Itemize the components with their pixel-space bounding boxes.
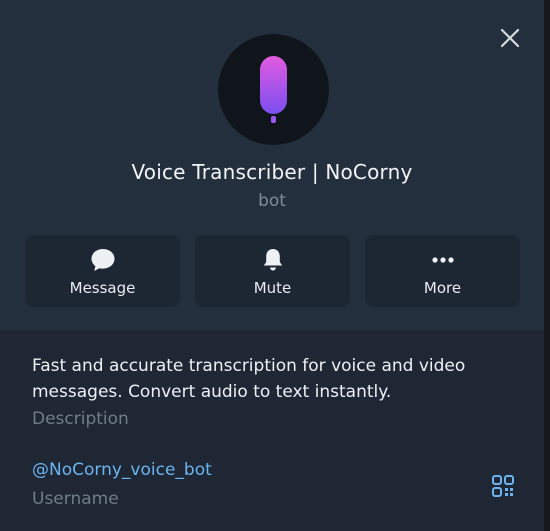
mute-button[interactable]: Mute	[195, 235, 350, 307]
username-link[interactable]: @NoCorny_voice_bot	[32, 460, 212, 480]
close-icon	[500, 28, 520, 48]
close-button[interactable]	[498, 26, 522, 50]
message-bubble-icon	[91, 249, 114, 271]
qr-code-icon	[492, 475, 514, 497]
window-edge	[544, 0, 550, 531]
bot-profile-dialog: Voice Transcriber | NoCorny bot Message …	[0, 0, 544, 531]
microphone-icon	[260, 56, 287, 123]
mute-label: Mute	[253, 279, 292, 297]
profile-header: Voice Transcriber | NoCorny bot Message …	[0, 0, 544, 330]
description-text: Fast and accurate transcription for voic…	[32, 356, 466, 402]
avatar	[218, 34, 329, 145]
more-label: More	[423, 279, 462, 297]
description-label: Description	[32, 409, 129, 429]
more-button[interactable]: More	[365, 235, 520, 307]
action-bar: Message Mute More	[25, 235, 520, 307]
qr-code-button[interactable]	[491, 474, 515, 498]
message-label: Message	[69, 279, 136, 297]
more-dots-icon	[431, 257, 454, 263]
message-button[interactable]: Message	[25, 235, 180, 307]
profile-name: Voice Transcriber | NoCorny	[131, 160, 413, 184]
description-section: Fast and accurate transcription for voic…	[32, 353, 472, 429]
bell-icon	[263, 249, 282, 271]
username-label: Username	[32, 489, 119, 509]
profile-type: bot	[258, 191, 286, 211]
